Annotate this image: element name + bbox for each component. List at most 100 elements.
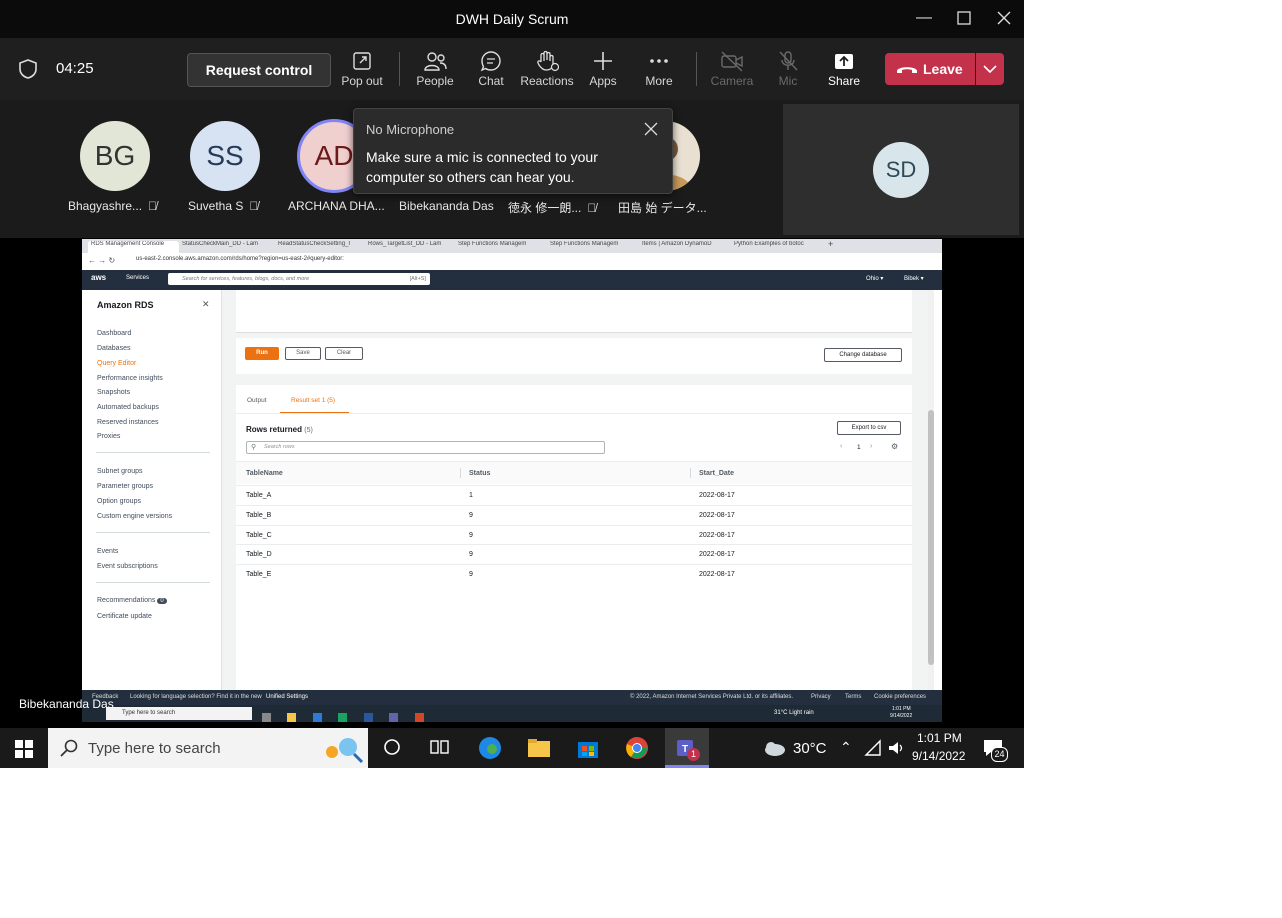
clock-date[interactable]: 9/14/2022: [912, 749, 965, 763]
network-icon[interactable]: [864, 739, 882, 762]
column-header[interactable]: Start_Date: [699, 470, 734, 477]
leave-button[interactable]: Leave: [885, 53, 975, 85]
nav-events[interactable]: Events: [97, 548, 118, 555]
browser-tab[interactable]: ReadStatusCheckSetting_I: [278, 241, 362, 253]
volume-icon[interactable]: [887, 739, 905, 762]
maximize-button[interactable]: [954, 8, 974, 28]
notifications-icon[interactable]: 24: [983, 739, 1008, 762]
table-row[interactable]: Table_E 9 2022-08-17: [236, 564, 912, 584]
nav-snapshots[interactable]: Snapshots: [97, 389, 130, 396]
browser-tab-active[interactable]: RDS Management Console: [88, 241, 179, 253]
windows-start-icon[interactable]: [15, 740, 33, 763]
nav-arrows-icon[interactable]: ← → ↻: [88, 256, 115, 265]
self-video-tile[interactable]: SD: [783, 104, 1019, 235]
terms-link[interactable]: Terms: [845, 694, 861, 700]
aws-logo[interactable]: aws: [91, 273, 106, 282]
nav-query-editor[interactable]: Query Editor: [97, 360, 136, 367]
more-button[interactable]: More: [629, 50, 689, 88]
next-page-icon[interactable]: ›: [870, 443, 872, 450]
request-control-button[interactable]: Request control: [187, 53, 331, 87]
avatar-bg[interactable]: BG: [80, 121, 150, 191]
leave-dropdown-button[interactable]: [976, 53, 1004, 85]
nav-event-subscriptions[interactable]: Event subscriptions: [97, 563, 158, 570]
camera-button[interactable]: Camera: [702, 50, 762, 88]
new-tab-button[interactable]: +: [828, 239, 838, 251]
cookie-preferences-link[interactable]: Cookie preferences: [874, 694, 926, 700]
change-database-button[interactable]: Change database: [824, 348, 902, 362]
save-button[interactable]: Save: [285, 347, 321, 360]
clock-time[interactable]: 1:01 PM: [917, 731, 962, 745]
nav-performance-insights[interactable]: Performance insights: [97, 375, 163, 382]
task-view-icon[interactable]: [430, 738, 450, 761]
search-rows-input[interactable]: ⚲ Search rows: [246, 441, 605, 454]
share-button[interactable]: Share: [814, 50, 874, 88]
reactions-button[interactable]: Reactions: [517, 50, 577, 88]
nav-custom-engine-versions[interactable]: Custom engine versions: [97, 513, 172, 520]
mic-button[interactable]: Mic: [758, 50, 818, 88]
avatar-ss[interactable]: SS: [190, 121, 260, 191]
cloud-icon[interactable]: [762, 740, 786, 761]
export-csv-button[interactable]: Export to csv: [837, 421, 901, 435]
aws-search-input[interactable]: Search for services, features, blogs, do…: [168, 273, 430, 285]
close-icon[interactable]: ✕: [202, 299, 210, 310]
column-header[interactable]: TableName: [246, 470, 283, 477]
nav-databases[interactable]: Databases: [97, 345, 130, 352]
file-explorer-icon[interactable]: [527, 736, 551, 760]
url-field[interactable]: us-east-2.console.aws.amazon.com/rds/hom…: [136, 256, 836, 262]
teams-taskbar-button[interactable]: T 1: [665, 728, 709, 768]
popout-button[interactable]: Pop out: [332, 50, 392, 88]
participant-name: 田島 始 データ...: [618, 201, 707, 215]
taskbar-search-box[interactable]: Type here to search: [48, 728, 368, 768]
region-selector[interactable]: Ohio ▾: [866, 275, 883, 282]
table-row[interactable]: Table_B 9 2022-08-17: [236, 505, 912, 525]
page-number[interactable]: 1: [857, 444, 861, 451]
table-row[interactable]: Table_D 9 2022-08-17: [236, 544, 912, 564]
apps-button[interactable]: Apps: [573, 50, 633, 88]
unified-settings-link[interactable]: Unified Settings: [266, 694, 308, 700]
account-menu[interactable]: Bibek ▾: [904, 275, 924, 282]
minimize-button[interactable]: —: [914, 8, 934, 28]
nav-option-groups[interactable]: Option groups: [97, 498, 141, 505]
page-scrollbar[interactable]: [928, 290, 934, 690]
store-icon[interactable]: [576, 736, 600, 760]
tab-output[interactable]: Output: [247, 397, 267, 404]
services-menu[interactable]: Services: [126, 275, 149, 281]
browser-tab[interactable]: Items | Amazon DynamoD: [642, 241, 724, 253]
shield-icon[interactable]: [18, 58, 38, 85]
nav-parameter-groups[interactable]: Parameter groups: [97, 483, 153, 490]
people-button[interactable]: People: [405, 50, 465, 88]
nav-reserved-instances[interactable]: Reserved instances: [97, 419, 158, 426]
browser-tab[interactable]: Step Functions Managem: [458, 241, 538, 253]
tab-result-set[interactable]: Result set 1 (5): [280, 390, 349, 414]
nav-subnet-groups[interactable]: Subnet groups: [97, 468, 143, 475]
browser-tab[interactable]: Python Examples of botoc: [734, 241, 816, 253]
chrome-icon[interactable]: [625, 736, 649, 760]
nav-proxies[interactable]: Proxies: [97, 433, 120, 440]
nav-recommendations[interactable]: Recommendations 0: [97, 597, 167, 604]
run-button[interactable]: Run: [245, 347, 279, 360]
edge-icon[interactable]: [478, 736, 502, 760]
chat-button[interactable]: Chat: [461, 50, 521, 88]
privacy-link[interactable]: Privacy: [811, 694, 831, 700]
cortana-icon[interactable]: [383, 738, 401, 761]
gear-icon[interactable]: ⚙: [891, 442, 898, 451]
temperature[interactable]: 30°C: [793, 740, 827, 757]
table-row[interactable]: Table_A 1 2022-08-17: [236, 485, 912, 505]
chevron-up-icon[interactable]: ⌃: [840, 739, 852, 756]
table-row[interactable]: Table_C 9 2022-08-17: [236, 525, 912, 545]
scrollbar-thumb[interactable]: [928, 410, 934, 665]
nav-automated-backups[interactable]: Automated backups: [97, 404, 159, 411]
prev-page-icon[interactable]: ‹: [840, 443, 842, 450]
column-header[interactable]: Status: [469, 470, 490, 477]
close-icon[interactable]: [644, 122, 658, 136]
browser-tab[interactable]: Step Functions Managem: [550, 241, 630, 253]
clear-button[interactable]: Clear: [325, 347, 363, 360]
close-button[interactable]: [994, 8, 1014, 28]
browser-tab[interactable]: StatusCheckMain_DD - Lam: [182, 241, 266, 253]
nav-certificate-update[interactable]: Certificate update: [97, 613, 152, 620]
browser-tab[interactable]: Rows_TargetList_DD - Lam: [368, 241, 448, 253]
windows-taskbar: Type here to search T 1 30°C ⌃ 1:01 PM 9…: [0, 728, 1024, 768]
sql-editor[interactable]: [236, 290, 912, 333]
nav-dashboard[interactable]: Dashboard: [97, 330, 131, 337]
remote-search-box[interactable]: Type here to search: [106, 707, 252, 720]
